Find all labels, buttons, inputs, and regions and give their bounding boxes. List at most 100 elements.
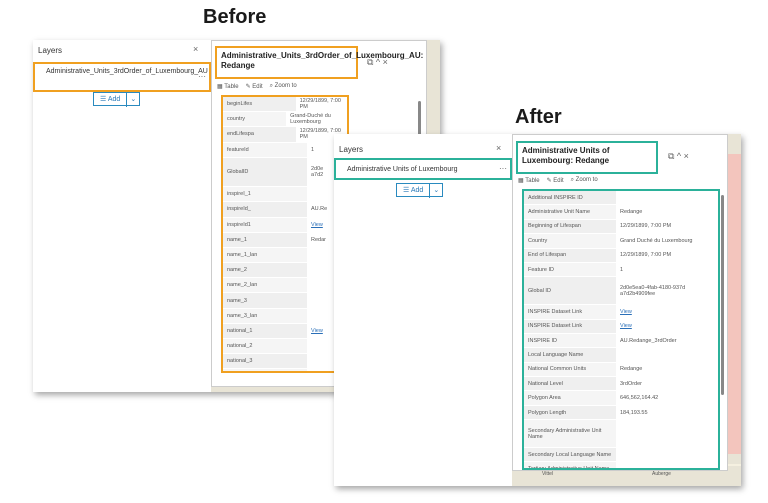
attribute-value (307, 248, 315, 262)
attribute-value: Redar (311, 236, 326, 243)
zoom-label: Zoom to (575, 177, 598, 183)
attribute-row: national_1 View (223, 323, 347, 340)
attribute-key: Local Language Name (524, 348, 616, 362)
attribute-value: Redange (620, 209, 643, 216)
attribute-value: 646,562,164.42 (620, 395, 659, 402)
attribute-value (616, 348, 624, 361)
attribute-value: AU.Re (311, 206, 328, 213)
attribute-row: name_1 Redar (223, 232, 347, 248)
add-button[interactable]: ☰ Add ⌄ (93, 92, 141, 107)
attribute-row: National Common Units Redange (524, 362, 718, 378)
map-label: Auberge (652, 471, 671, 477)
attribute-key: Secondary Local Language Name (524, 448, 616, 462)
attribute-key: name_2_lan (223, 278, 307, 293)
attribute-key: INSPIRE Dataset Link (524, 305, 616, 319)
attribute-value: Redange (620, 366, 643, 373)
after-screenshot: Layers × Administrative Units of Luxembo… (334, 134, 741, 486)
attribute-value (307, 263, 315, 277)
close-icon[interactable]: × (193, 44, 198, 54)
attribute-key: Polygon Length (524, 405, 616, 420)
attribute-value: 1 (620, 266, 624, 273)
layer-name: Administrative Units of Luxembourg (347, 166, 458, 173)
attribute-row: GlobalID 2d0e a7d2 (223, 157, 347, 188)
attribute-row: endLifespa 12/29/1899, 7:00 PM (223, 127, 347, 143)
popup-window-icons[interactable]: ⧉ ^ × (668, 151, 689, 162)
popup-title: Administrative Units of Luxembourg: Reda… (516, 141, 658, 174)
layers-panel: Layers × Administrative_Units_3rdOrder_o… (33, 40, 212, 392)
attribute-value: 2d0e a7d2 (311, 165, 324, 178)
attribute-row: National Level 3rdOrder (524, 377, 718, 392)
attribute-key: Beginning of Lifespan (524, 219, 616, 234)
feature-popup: Administrative Units of Luxembourg: Reda… (512, 134, 728, 471)
add-button[interactable]: ☰ Add ⌄ (396, 183, 444, 198)
attribute-row: name_3 (223, 293, 347, 309)
attribute-value: 1 (311, 146, 315, 153)
table-label: Table (525, 178, 540, 184)
attribute-key: Additional INSPIRE ID (524, 191, 616, 205)
attribute-value (307, 354, 315, 368)
attribute-key: Secondary Administrative Unit Name (524, 420, 616, 448)
attribute-key: National Common Units (524, 362, 616, 377)
attribute-key: inspireId1 (223, 217, 307, 232)
popup-window-icons[interactable]: ⧉ ^ × (367, 57, 388, 68)
table-action[interactable]: ▦ Table (217, 83, 239, 90)
edit-action[interactable]: ✎ Edit (246, 83, 263, 90)
attribute-key: national_4 (223, 369, 307, 371)
more-options-icon[interactable]: ··· (198, 72, 206, 82)
attribute-row: Secondary Local Language Name (524, 448, 718, 463)
scrollbar[interactable] (721, 195, 724, 395)
attribute-row: Feature ID 1 (524, 262, 718, 278)
attribute-row: name_1_lan (223, 247, 347, 264)
attribute-value: 3rdOrder (620, 380, 643, 387)
attribute-key: Country (524, 234, 616, 248)
attribute-key: featureId (223, 142, 307, 157)
attribute-row: Local Language Name (524, 348, 718, 363)
zoom-label: Zoom to (274, 83, 297, 89)
attribute-key: national_3 (223, 354, 307, 369)
popup-title: Administrative_Units_3rdOrder_of_Luxembo… (215, 46, 423, 79)
attribute-row: featureId 1 (223, 142, 347, 158)
zoom-to-action[interactable]: ⌕ Zoom to (270, 83, 297, 90)
attribute-value (307, 339, 315, 353)
attribute-row: name_3_lan (223, 308, 347, 324)
table-action[interactable]: ▦ Table (518, 177, 540, 184)
attribute-row: country Grand-Duché du Luxembourg (223, 112, 347, 128)
table-label: Table (224, 84, 239, 90)
attribute-row: national_3 (223, 354, 347, 370)
attribute-row: Polygon Area 646,562,164.42 (524, 391, 718, 406)
chevron-down-icon[interactable]: ⌄ (430, 184, 442, 198)
edit-action[interactable]: ✎ Edit (547, 177, 564, 184)
add-button-label: ☰ Add (397, 184, 431, 198)
attribute-value[interactable]: View (616, 305, 636, 318)
layer-list-item[interactable]: Administrative Units of Luxembourg ··· (334, 158, 512, 180)
attribute-row: End of Lifespan 12/29/1899, 7:00 PM (524, 248, 718, 263)
attribute-value[interactable]: View (307, 324, 327, 338)
attribute-value (616, 191, 624, 204)
attribute-value[interactable]: View (307, 218, 327, 232)
attribute-key: endLifespa (223, 127, 296, 142)
more-options-icon[interactable]: ··· (499, 164, 507, 174)
attribute-row: Additional INSPIRE ID (524, 191, 718, 206)
zoom-to-action[interactable]: ⌕ Zoom to (571, 177, 598, 184)
attribute-value[interactable]: View (616, 320, 636, 333)
attribute-key: name_3_lan (223, 308, 307, 323)
attribute-key: INSPIRE Dataset Link (524, 319, 616, 333)
attribute-key: name_2 (223, 263, 307, 278)
close-icon[interactable]: × (496, 143, 501, 153)
attribute-key: country (223, 112, 287, 127)
layers-panel-title: Layers (38, 46, 63, 55)
attribute-row: Country Grand Duché du Luxembourg (524, 234, 718, 249)
attribute-value: 12/29/1899, 7:00 PM (299, 98, 341, 111)
attribute-value: 184,193.55 (620, 409, 648, 416)
attribute-key: GlobalID (223, 157, 307, 187)
attribute-row: Global ID 2d0e5ea0-4fab-4180-937d a7d2b49… (524, 277, 718, 306)
chevron-down-icon[interactable]: ⌄ (127, 93, 139, 107)
attribute-row: INSPIRE ID AU.Redange_3rdOrder (524, 333, 718, 349)
attribute-value (307, 293, 315, 307)
layer-list-item[interactable]: Administrative_Units_3rdOrder_of_Luxembo… (33, 62, 211, 92)
attribute-value (307, 278, 315, 292)
attribute-value: 2d0e5ea0-4fab-4180-937d a7d2b4909fee (620, 284, 686, 297)
attribute-value: Grand-Duché du Luxembourg (290, 113, 331, 126)
attribute-value (307, 187, 315, 201)
popup-toolbar: ▦ Table ✎ Edit ⌕ Zoom to (518, 177, 598, 184)
